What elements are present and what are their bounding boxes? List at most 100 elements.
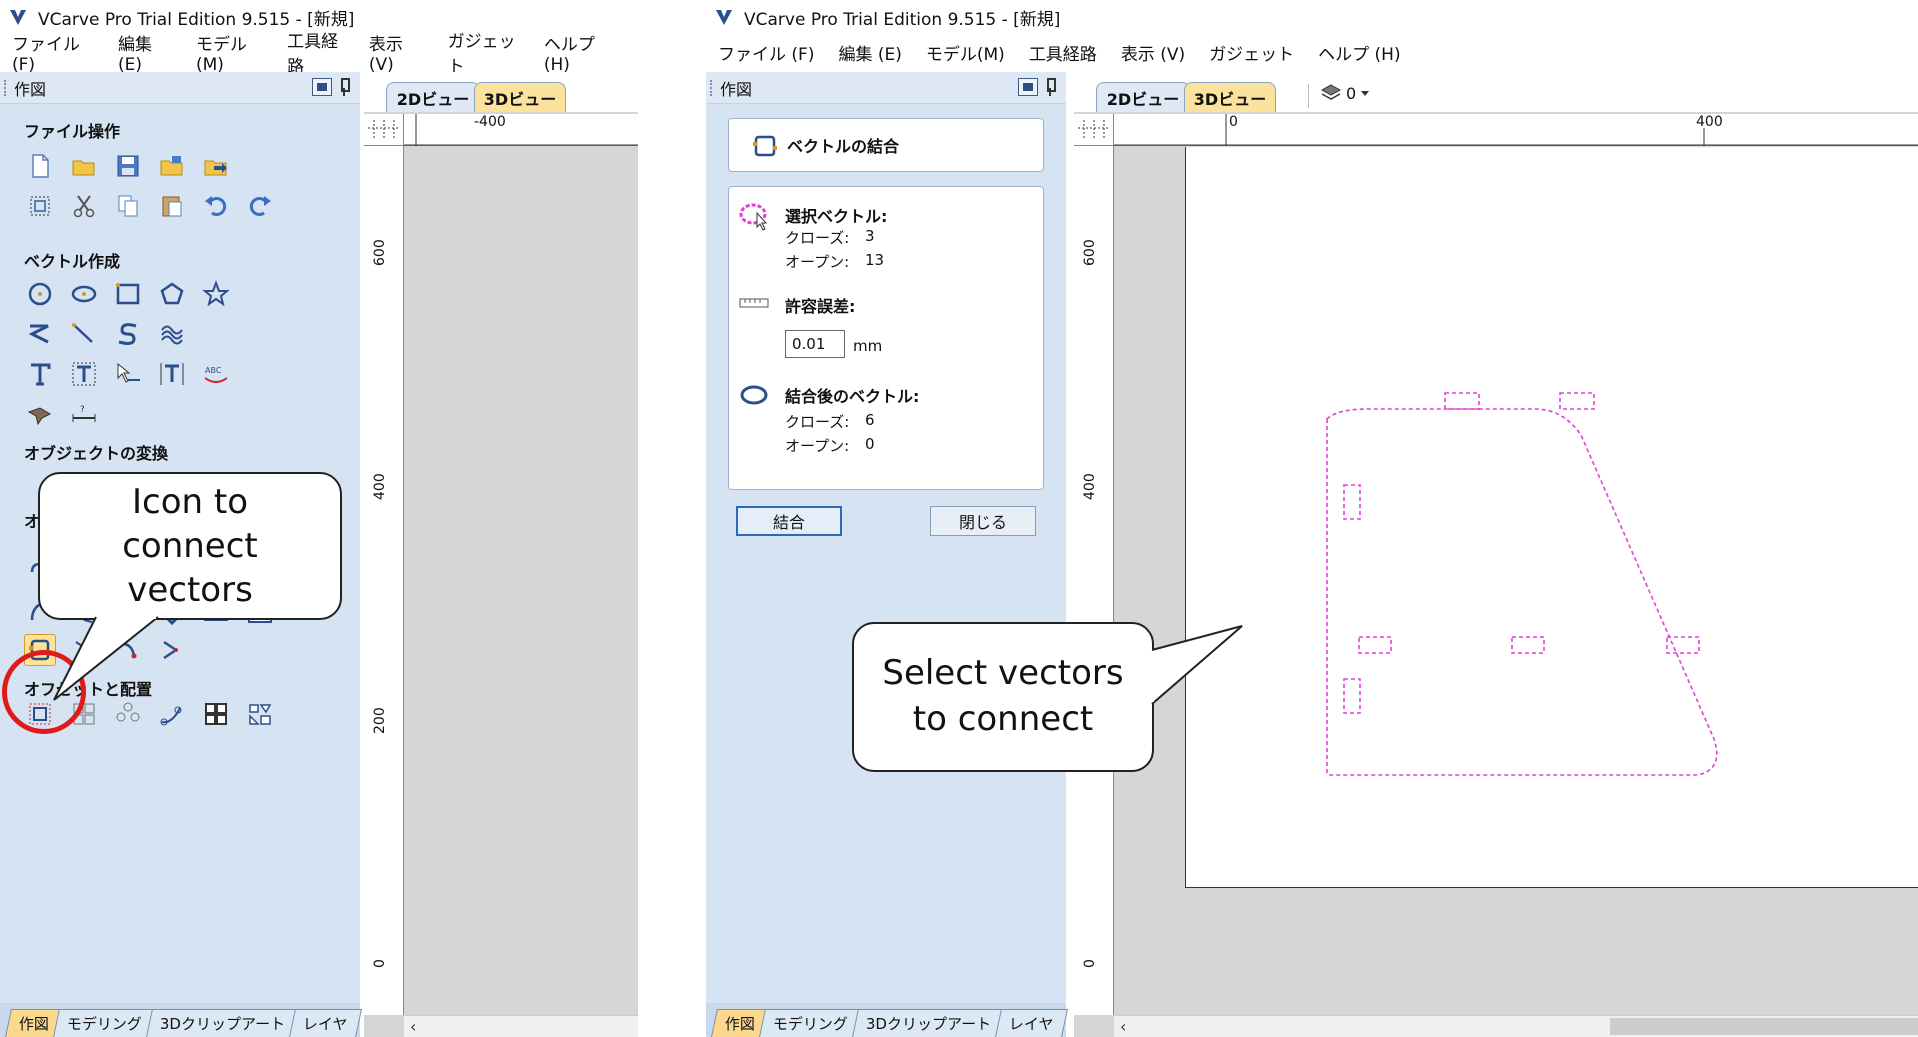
tab-3d-clipart[interactable]: 3Dクリップアート — [146, 1009, 300, 1037]
ruler-top-label: -400 — [474, 114, 506, 130]
menu-file[interactable]: ファイル (F) — [12, 30, 94, 75]
bottom-tab-bar: 作図 モデリング 3Dクリップアート レイヤ — [706, 1003, 1068, 1037]
ruler-left-label-0: 0 — [1082, 959, 1098, 968]
scroll-thumb[interactable] — [1610, 1018, 1918, 1035]
copy-along-vector-icon[interactable] — [156, 698, 188, 730]
undo-icon[interactable] — [200, 190, 232, 222]
horizontal-scrollbar[interactable]: ‹ — [1114, 1015, 1918, 1037]
menu-gadgets[interactable]: ガジェット — [1209, 40, 1294, 65]
text-icon[interactable] — [24, 358, 56, 390]
title-bar: VCarve Pro Trial Edition 9.515 - [新規] — [706, 0, 1918, 34]
polyline-icon[interactable] — [24, 318, 56, 350]
join-vectors-icon — [753, 135, 777, 157]
save-icon[interactable] — [112, 150, 144, 182]
scroll-left-icon[interactable]: ‹ — [1120, 1017, 1126, 1036]
tab-layers[interactable]: レイヤ — [289, 1009, 362, 1037]
tab-layers[interactable]: レイヤ — [995, 1009, 1068, 1037]
menu-toolpaths[interactable]: 工具経路 — [1029, 40, 1097, 65]
view-tab-bar: 2Dビュー 3Dビュー 0 — [1074, 72, 1918, 112]
text-arc-icon[interactable]: ABC — [200, 358, 232, 390]
rectangle-icon[interactable] — [112, 278, 144, 310]
menu-edit[interactable]: 編集 (E) — [838, 40, 901, 65]
menu-help[interactable]: ヘルプ (H) — [1318, 40, 1400, 65]
tab-modeling[interactable]: モデリング — [759, 1009, 863, 1037]
layer-icon[interactable] — [1320, 82, 1342, 104]
tab-3d-clipart[interactable]: 3Dクリップアート — [852, 1009, 1006, 1037]
copy-icon[interactable] — [112, 190, 144, 222]
text-box-icon[interactable] — [68, 358, 100, 390]
scroll-left-icon[interactable]: ‹ — [410, 1017, 416, 1036]
text-spacing-icon[interactable] — [156, 358, 188, 390]
wave-icon[interactable] — [156, 318, 188, 350]
menu-help[interactable]: ヘルプ (H) — [544, 30, 614, 75]
dimension-icon[interactable]: ? — [68, 398, 100, 430]
layer-selector[interactable]: 0 — [1346, 84, 1356, 103]
cut-icon[interactable] — [68, 190, 100, 222]
dialog-title: ベクトルの結合 — [787, 137, 900, 156]
menu-view[interactable]: 表示 (V) — [369, 30, 424, 75]
open-folder-icon[interactable] — [68, 150, 100, 182]
join-button[interactable]: 結合 — [736, 506, 842, 536]
star-icon[interactable] — [200, 278, 232, 310]
ruler-left-label-0: 0 — [372, 959, 388, 968]
ellipse-icon[interactable] — [68, 278, 100, 310]
import-folder-icon[interactable] — [200, 150, 232, 182]
grip-handle[interactable] — [4, 80, 7, 96]
joined-vectors-icon — [740, 385, 768, 405]
ruler-top: -400 — [404, 114, 638, 146]
vector-row-2 — [24, 318, 188, 350]
chevron-down-icon[interactable] — [1360, 90, 1370, 98]
menu-view[interactable]: 表示 (V) — [1121, 40, 1185, 65]
nesting-icon[interactable] — [244, 698, 276, 730]
tab-modeling[interactable]: モデリング — [53, 1009, 157, 1037]
tolerance-input[interactable]: 0.01 — [785, 330, 845, 358]
line-curve-icon[interactable] — [68, 318, 100, 350]
pin-icon[interactable] — [338, 78, 350, 96]
new-file-icon[interactable] — [24, 150, 56, 182]
section-file-ops: ファイル操作 — [24, 122, 121, 141]
save-as-folder-icon[interactable] — [156, 150, 188, 182]
tab-2d-view[interactable]: 2Dビュー — [386, 82, 480, 112]
select-all-icon[interactable] — [24, 190, 56, 222]
ruler-icon — [739, 298, 769, 308]
vector-row-1 — [24, 278, 232, 310]
pin-icon[interactable] — [1044, 78, 1056, 96]
circular-array-icon[interactable] — [112, 698, 144, 730]
menu-toolpaths[interactable]: 工具経路 — [287, 27, 345, 77]
tab-3d-view[interactable]: 3Dビュー — [474, 82, 566, 112]
grid-array-icon[interactable] — [200, 698, 232, 730]
window-title: VCarve Pro Trial Edition 9.515 - [新規] — [744, 9, 1061, 30]
selected-open-value: 13 — [865, 251, 885, 269]
ruler-left-label-200: 200 — [372, 707, 388, 734]
paste-icon[interactable] — [156, 190, 188, 222]
menu-model[interactable]: モデル(M) — [926, 40, 1005, 65]
tolerance-label: 許容誤差: — [785, 297, 856, 316]
trace-bitmap-icon[interactable] — [24, 398, 56, 430]
drawing-canvas[interactable] — [1115, 147, 1918, 1015]
tab-2d-view[interactable]: 2Dビュー — [1096, 82, 1190, 112]
menu-file[interactable]: ファイル (F) — [718, 40, 814, 65]
menu-model[interactable]: モデル(M) — [196, 30, 263, 75]
text-on-curve-icon[interactable] — [112, 358, 144, 390]
circle-icon[interactable] — [24, 278, 56, 310]
drawing-canvas[interactable] — [405, 147, 638, 1015]
polygon-icon[interactable] — [156, 278, 188, 310]
ruler-corner — [364, 114, 404, 146]
grip-handle[interactable] — [710, 80, 713, 96]
result-closed-value: 6 — [865, 411, 875, 429]
panel-header: 作図 — [0, 72, 360, 104]
extend-vector-icon[interactable] — [156, 634, 188, 666]
dock-icon[interactable] — [312, 78, 332, 96]
selected-vectors-icon — [739, 203, 768, 231]
close-button[interactable]: 閉じる — [930, 506, 1036, 536]
menu-gadgets[interactable]: ガジェット — [448, 27, 520, 77]
menu-edit[interactable]: 編集 (E) — [118, 30, 172, 75]
dock-icon[interactable] — [1018, 78, 1038, 96]
spline-icon[interactable] — [112, 318, 144, 350]
panel-title: 作図 — [720, 79, 753, 99]
tab-3d-view[interactable]: 3Dビュー — [1184, 82, 1276, 112]
redo-icon[interactable] — [244, 190, 276, 222]
curve-fit-icon[interactable] — [112, 634, 144, 666]
horizontal-scrollbar[interactable]: ‹ — [404, 1015, 638, 1037]
selected-vector-shape[interactable] — [1115, 147, 1918, 1037]
